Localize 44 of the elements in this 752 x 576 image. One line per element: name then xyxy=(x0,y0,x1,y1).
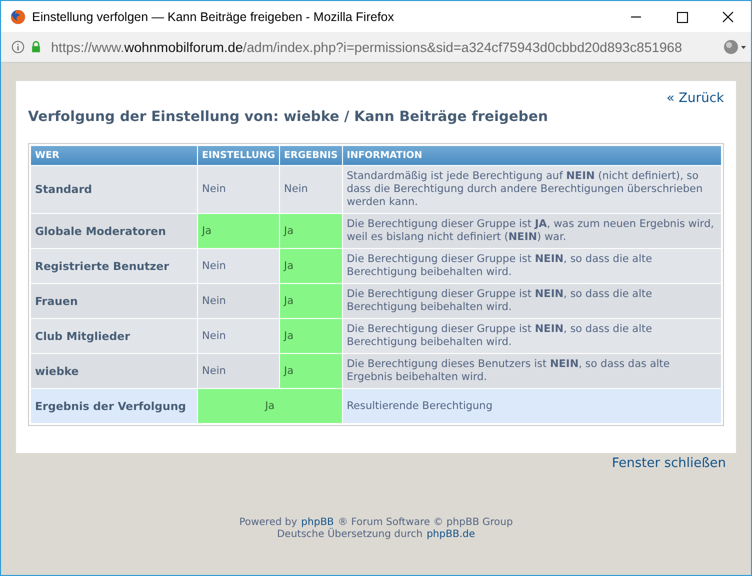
table-cell: Nein xyxy=(198,166,280,213)
table-cell: Nein xyxy=(198,249,280,283)
table-cell: Die Berechtigung dieser Gruppe ist JA, was zum neuen Ergebnis wird, weil es bislang nicht definiert (NEIN) war. xyxy=(342,214,721,248)
table-cell: Ja xyxy=(280,214,342,248)
table-cell: Nein xyxy=(198,284,280,318)
footer-text: ® Forum Software © phpBB Group xyxy=(338,517,513,528)
table-cell: Ja xyxy=(198,389,342,423)
table-cell: Nein xyxy=(198,319,280,353)
table-cell: Die Berechtigung dieser Gruppe ist NEIN, so dass die alte Berechtigung beibehalten wird. xyxy=(342,249,721,283)
table-cell: wiebke xyxy=(31,354,197,388)
footer-link[interactable]: phpBB.de xyxy=(426,529,475,540)
table-cell: Die Berechtigung dieser Gruppe ist NEIN, so dass die alte Berechtigung beibehalten wird. xyxy=(342,319,721,353)
close-window-link[interactable]: Fenster schließen xyxy=(612,456,726,471)
table-cell: Resultierende Berechtigung xyxy=(342,389,721,423)
table-cell: Ja xyxy=(280,319,342,353)
table-cell: Ja xyxy=(280,249,342,283)
table-cell: Ja xyxy=(280,354,342,388)
table-cell: Ergebnis der Verfolgung xyxy=(31,389,197,423)
table-cell: Nein xyxy=(198,354,280,388)
table-cell: Die Berechtigung dieses Benutzers ist NEIN, so dass das alte Ergebnis beibehalten wird. xyxy=(342,354,721,388)
lock-icon[interactable] xyxy=(29,40,43,54)
table-cell: Nein xyxy=(280,166,342,213)
table-cell: Registrierte Benutzer xyxy=(31,249,197,283)
table-cell: Die Berechtigung dieser Gruppe ist NEIN, so dass die alte Berechtigung beibehalten wird. xyxy=(342,284,721,318)
window-title: Einstellung verfolgen — Kann Beiträge freigeben - Mozilla Firefox xyxy=(32,10,395,24)
column-header: EINSTELLUNG xyxy=(198,146,280,165)
table-cell: Frauen xyxy=(31,284,197,318)
footer-text: Deutsche Übersetzung durch xyxy=(276,529,423,540)
table-cell: Globale Moderatoren xyxy=(31,214,197,248)
table-cell: Club Mitglieder xyxy=(31,319,197,353)
column-header: WER xyxy=(31,146,197,165)
table-cell: Standard xyxy=(31,166,197,213)
footer-text: Powered by xyxy=(239,517,298,528)
globe-icon[interactable] xyxy=(723,39,747,55)
table-cell: Ja xyxy=(280,284,342,318)
table-cell: Ja xyxy=(198,214,280,248)
page-heading: Verfolgung der Einstellung von: wiebke / Kann Beiträge freigeben xyxy=(28,109,549,125)
info-icon[interactable] xyxy=(11,40,25,54)
column-header: INFORMATION xyxy=(342,146,721,165)
back-link[interactable]: « Zurück xyxy=(666,91,724,106)
column-header: ERGEBNIS xyxy=(280,146,342,165)
browser-logo-icon xyxy=(10,8,26,24)
footer-link[interactable]: phpBB xyxy=(301,517,334,528)
table-cell: Standardmäßig ist jede Berechtigung auf NEIN (nicht definiert), so dass die Berechtigung durch andere Berechtigungen überschrieben werden kann. xyxy=(342,166,721,213)
